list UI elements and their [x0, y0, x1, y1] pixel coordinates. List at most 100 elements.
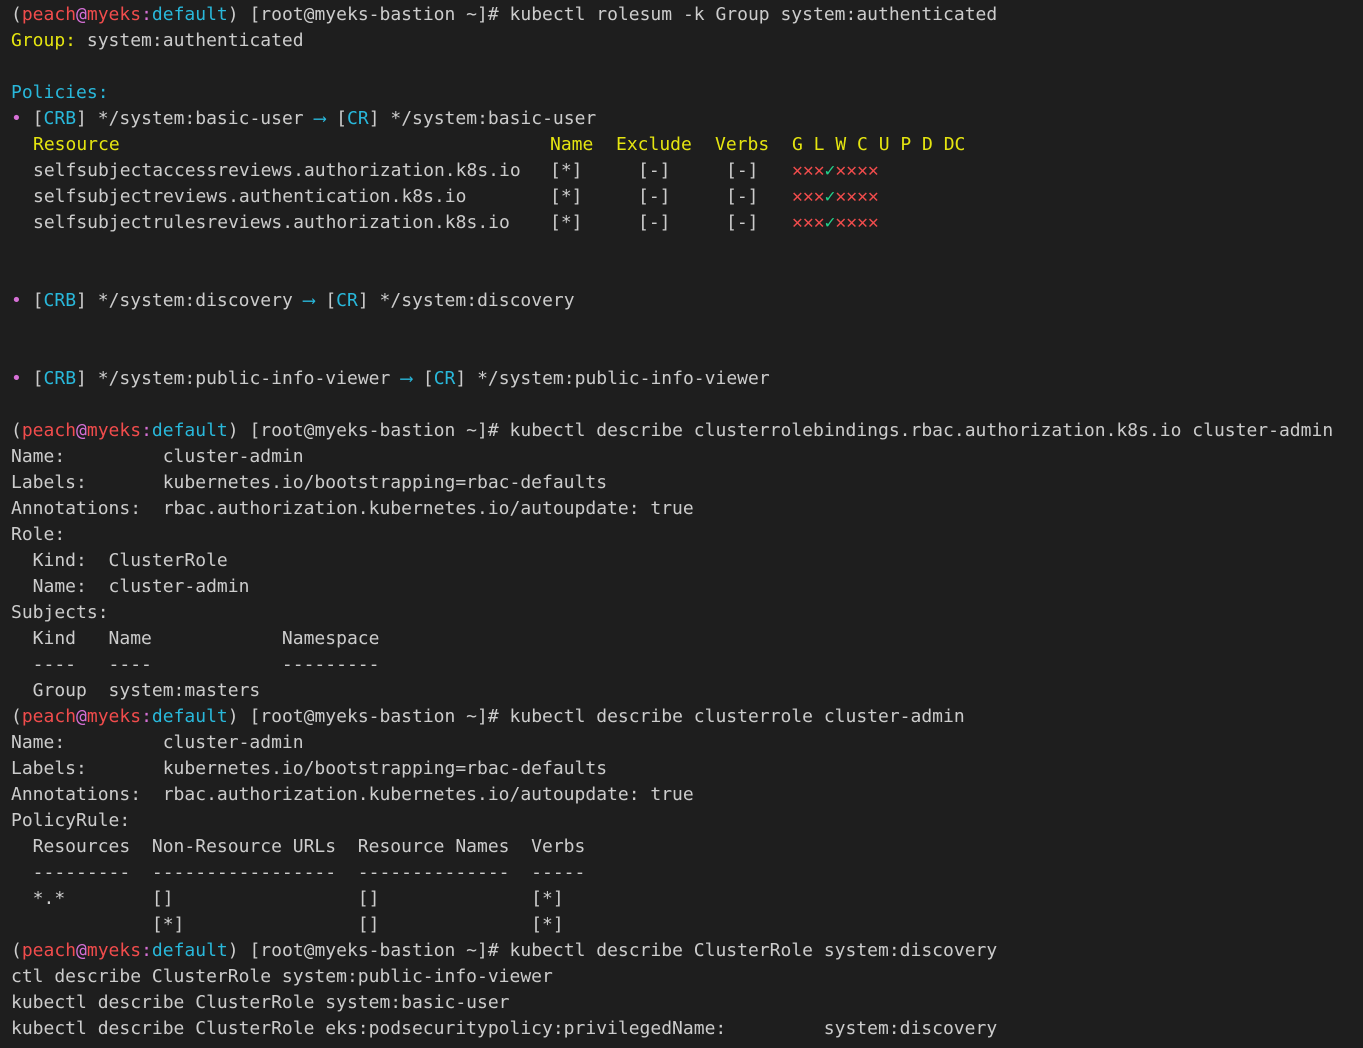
col-exclude: Exclude: [616, 134, 692, 155]
command-text: kubectl describe ClusterRole system:disc…: [509, 940, 998, 961]
cross-icon: ✕: [835, 160, 847, 181]
command-text: kubectl describe clusterrolebindings.rba…: [509, 420, 1334, 441]
row-exclude: [-]: [638, 186, 671, 207]
prompt-paren: (: [11, 940, 22, 961]
command-text: kubectl rolesum -k Group system:authenti…: [509, 4, 998, 25]
output-line: Group system:masters: [11, 680, 261, 701]
prompt-colon: :: [141, 420, 152, 441]
output-line: Labels: kubernetes.io/bootstrapping=rbac…: [11, 758, 608, 779]
cross-icon: ✕: [867, 212, 879, 233]
col-resource: Resource: [33, 134, 120, 155]
cross-icon: ✕: [846, 186, 858, 207]
cross-icon: ✕: [792, 212, 803, 233]
row-exclude: [-]: [638, 212, 671, 233]
permission-marks: ✕✕✕✓✕✕✕✕: [792, 158, 879, 184]
rolesum-table-header: Resource Name Exclude Verbs G L W C U P …: [11, 132, 1363, 158]
row-resource: selfsubjectreviews.authentication.k8s.io: [33, 186, 467, 207]
output-line: kubectl describe ClusterRole system:basi…: [11, 992, 510, 1013]
prompt-host: [root@myeks-bastion ~]#: [238, 4, 510, 25]
arrow-icon: ⟶: [303, 290, 315, 311]
cross-icon: ✕: [813, 212, 825, 233]
output-line: *.* [] [] [*]: [11, 888, 564, 909]
cr-name: */system:basic-user: [379, 108, 597, 129]
cross-icon: ✕: [857, 186, 868, 207]
row-name: [*]: [550, 186, 583, 207]
prompt-namespace: default: [151, 706, 228, 727]
output-line: Labels: kubernetes.io/bootstrapping=rbac…: [11, 472, 608, 493]
cross-icon: ✕: [867, 160, 879, 181]
prompt-paren: ): [227, 420, 239, 441]
command-text: kubectl describe clusterrole cluster-adm…: [509, 706, 965, 727]
cross-icon: ✕: [835, 212, 847, 233]
cross-icon: ✕: [813, 186, 825, 207]
cross-icon: ✕: [846, 212, 858, 233]
group-value: system:authenticated: [76, 30, 304, 51]
prompt-host: [root@myeks-bastion ~]#: [238, 706, 510, 727]
table-row: selfsubjectrulesreviews.authorization.k8…: [11, 210, 1363, 236]
prompt-line: (peach@myeks:default) [root@myeks-bastio…: [11, 418, 1363, 444]
output-line: Kind Name Namespace: [11, 628, 380, 649]
output-line: Resources Non-Resource URLs Resource Nam…: [11, 836, 586, 857]
cr-tag: CR: [433, 368, 456, 389]
bullet-icon: •: [11, 368, 22, 389]
col-flags: G L W C U P D DC: [792, 134, 966, 155]
cross-icon: ✕: [813, 160, 825, 181]
crb-name: */system:discovery: [86, 290, 304, 311]
group-label: Group:: [11, 30, 77, 51]
output-line: Kind: ClusterRole: [11, 550, 228, 571]
crb-tag: CRB: [43, 368, 77, 389]
crb-tag: CRB: [43, 108, 77, 129]
permission-marks: ✕✕✕✓✕✕✕✕: [792, 210, 879, 236]
prompt-namespace: default: [151, 4, 228, 25]
row-verbs: [-]: [726, 212, 759, 233]
row-verbs: [-]: [726, 160, 759, 181]
check-icon: ✓: [824, 160, 836, 181]
cross-icon: ✕: [835, 186, 847, 207]
arrow-icon: ⟶: [401, 368, 413, 389]
prompt-host: [root@myeks-bastion ~]#: [238, 420, 510, 441]
output-line: Subjects:: [11, 602, 109, 623]
output-line: [*] [] [*]: [11, 914, 564, 935]
prompt-namespace: default: [151, 940, 228, 961]
cross-icon: ✕: [792, 186, 803, 207]
crb-name: */system:public-info-viewer: [86, 368, 402, 389]
binding-line: • [CRB] */system:basic-user ⟶ [CR] */sys…: [11, 108, 597, 129]
prompt-paren: (: [11, 706, 22, 727]
prompt-user: peach: [21, 420, 77, 441]
cross-icon: ✕: [857, 160, 868, 181]
crb-tag: CRB: [43, 290, 77, 311]
policies-label: Policies:: [11, 82, 109, 103]
cr-tag: CR: [347, 108, 369, 129]
cross-icon: ✕: [867, 186, 879, 207]
prompt-line: (peach@myeks:default) [root@myeks-bastio…: [11, 704, 1363, 730]
prompt-user: peach: [21, 4, 77, 25]
output-line: Annotations: rbac.authorization.kubernet…: [11, 784, 694, 805]
col-name: Name: [550, 134, 594, 155]
prompt-paren: ): [227, 706, 239, 727]
prompt-user: peach: [21, 940, 77, 961]
permission-marks: ✕✕✕✓✕✕✕✕: [792, 184, 879, 210]
row-resource: selfsubjectrulesreviews.authorization.k8…: [33, 212, 510, 233]
prompt-namespace: default: [151, 420, 228, 441]
cross-icon: ✕: [846, 160, 858, 181]
output-line: Name: cluster-admin: [11, 576, 250, 597]
prompt-cluster: myeks: [86, 940, 142, 961]
output-line: PolicyRule:: [11, 810, 131, 831]
output-line: Annotations: rbac.authorization.kubernet…: [11, 498, 694, 519]
cross-icon: ✕: [802, 186, 814, 207]
output-line: Name: cluster-admin: [11, 446, 304, 467]
check-icon: ✓: [824, 212, 836, 233]
bullet-icon: •: [11, 290, 22, 311]
cross-icon: ✕: [802, 212, 814, 233]
prompt-cluster: myeks: [86, 420, 142, 441]
prompt-at: @: [76, 706, 87, 727]
prompt-colon: :: [141, 4, 152, 25]
binding-line: • [CRB] */system:discovery ⟶ [CR] */syst…: [11, 290, 575, 311]
cross-icon: ✕: [857, 212, 868, 233]
terminal-output[interactable]: (peach@myeks:default) [root@myeks-bastio…: [0, 0, 1363, 1042]
prompt-at: @: [76, 940, 87, 961]
output-line: Role:: [11, 524, 66, 545]
row-exclude: [-]: [638, 160, 671, 181]
